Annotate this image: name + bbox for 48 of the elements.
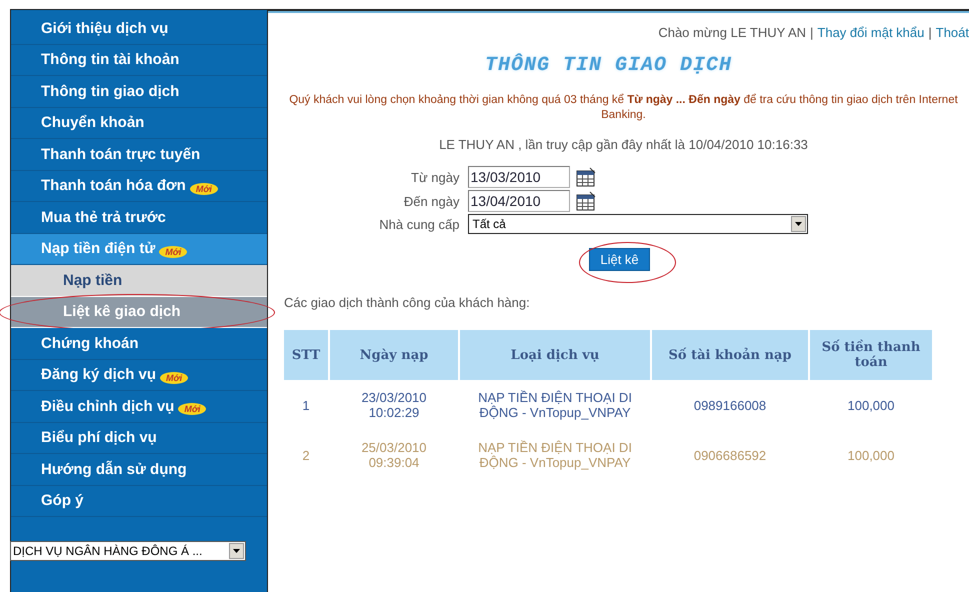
service-dropdown[interactable]: DỊCH VỤ NGÂN HÀNG ĐÔNG Á ... bbox=[10, 541, 246, 561]
table-cell-text: 100,000 bbox=[846, 446, 896, 464]
notice-text: Quý khách vui lòng chọn khoảng thời gian không quá 03 tháng kể Từ ngày ... Đến ngày để tra cứu thông tin giao dịch trên Internet Banking. bbox=[288, 93, 959, 123]
menu-item[interactable]: Thanh toán hóa đơn Mới bbox=[11, 170, 267, 202]
table-cell-text: NẠP TIỀN ĐIỆN THOẠI DI ĐỘNG - VnTopup_VNPAY bbox=[477, 439, 633, 472]
results-caption: Các giao dịch thành công của khách hàng: bbox=[284, 295, 530, 310]
menu-item[interactable]: Nạp tiền bbox=[11, 265, 267, 296]
column-header: STT bbox=[284, 330, 328, 380]
table-cell-text: NẠP TIỀN ĐIỆN THOẠI DI ĐỘNG - VnTopup_VNPAY bbox=[477, 389, 633, 422]
list-button[interactable]: Liệt kê bbox=[589, 248, 650, 271]
menu-item[interactable]: Biểu phí dịch vụ bbox=[11, 422, 267, 454]
column-header: Số tài khoản nạp bbox=[652, 330, 808, 380]
calendar-icon[interactable] bbox=[576, 167, 596, 187]
table-cell-text: 23/03/2010 10:02:29 bbox=[360, 389, 428, 422]
date-input[interactable]: 13/03/2010 bbox=[468, 166, 570, 188]
field-label: Đến ngày bbox=[402, 194, 460, 208]
table-cell-text: 2 bbox=[301, 446, 311, 464]
provider-dropdown[interactable]: Tất cả bbox=[468, 214, 808, 234]
table-cell-text: 0906686592 bbox=[692, 446, 768, 464]
new-badge: Mới bbox=[159, 246, 188, 258]
change-password-link[interactable]: Thay đổi mật khẩu bbox=[817, 25, 924, 40]
table-cell-text: 100,000 bbox=[846, 396, 896, 414]
menu-item[interactable]: Nạp tiền điện tử Mới bbox=[11, 234, 267, 265]
calendar-icon[interactable] bbox=[576, 191, 596, 211]
menu-item[interactable]: Chứng khoán bbox=[11, 328, 267, 360]
menu-item[interactable]: Chuyển khoản bbox=[11, 108, 267, 139]
table-cell-text: 25/03/2010 09:39:04 bbox=[360, 439, 428, 472]
column-header: Số tiền thanh toán bbox=[810, 330, 932, 380]
column-header: Loại dịch vụ bbox=[460, 330, 650, 380]
field-label: Từ ngày bbox=[410, 170, 460, 184]
separator-text: | bbox=[810, 25, 814, 40]
menu-item[interactable]: Liệt kê giao dịch bbox=[11, 296, 267, 328]
greeting-text: Chào mừng LE THUY AN bbox=[658, 25, 806, 40]
new-badge: Mới bbox=[160, 372, 188, 384]
separator-text: | bbox=[928, 25, 932, 40]
menu-item[interactable]: Thông tin tài khoản bbox=[11, 44, 267, 76]
table-cell-text: 1 bbox=[301, 396, 311, 414]
last-access-text: LE THUY AN , lần truy cập gần đây nhất là 10/04/2010 10:16:33 bbox=[439, 137, 808, 152]
menu-item[interactable]: Góp ý bbox=[11, 486, 267, 517]
new-badge: Mới bbox=[178, 403, 206, 416]
column-header: Ngày nạp bbox=[330, 330, 458, 380]
table-cell-text: 0989166008 bbox=[692, 396, 768, 414]
field-label: Nhà cung cấp bbox=[378, 216, 460, 232]
page-title: THÔNG TIN GIAO DỊCH bbox=[484, 54, 732, 77]
menu-item[interactable]: Đăng ký dịch vụ Mới bbox=[11, 360, 267, 391]
logout-link[interactable]: Thoát bbox=[936, 25, 969, 40]
date-input[interactable]: 13/04/2010 bbox=[468, 190, 570, 212]
new-badge: Mới bbox=[190, 182, 218, 195]
